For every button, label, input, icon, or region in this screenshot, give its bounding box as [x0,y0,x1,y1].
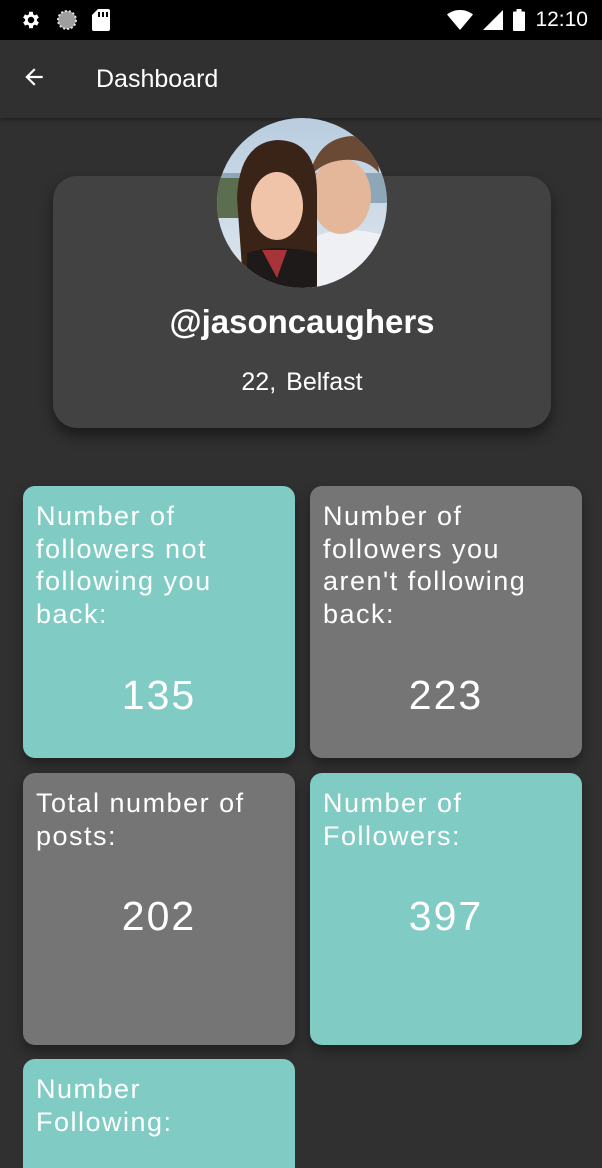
back-button[interactable] [6,51,62,107]
stat-tile-followers[interactable]: Number of Followers: 397 [310,773,582,1045]
stat-tile-following[interactable]: Number Following: [23,1059,295,1168]
battery-icon [513,9,526,31]
stat-value: 223 [408,672,484,718]
stat-value: 135 [121,672,197,718]
profile-city: Belfast [286,368,363,396]
stat-tile-you-not-following-back[interactable]: Number of followers you aren't following… [310,486,582,758]
stat-label: Number of Followers: [323,788,463,851]
status-left-icons [20,9,110,31]
arrow-back-icon [21,64,47,95]
sd-card-icon [92,9,110,31]
stat-tile-total-posts[interactable]: Total number of posts: 202 [23,773,295,1045]
signal-icon [483,10,504,30]
settings-icon [20,9,42,31]
wifi-icon [447,10,474,30]
sync-icon [56,9,78,31]
stat-label: Number of followers you aren't following… [323,501,527,629]
stat-label: Total number of posts: [36,788,245,851]
stat-value: 202 [121,893,197,939]
profile-age: 22, [241,368,277,396]
stat-value: 397 [408,893,484,939]
stat-label: Number Following: [36,1074,173,1137]
profile-avatar[interactable] [217,118,387,288]
stat-label: Number of followers not following you ba… [36,501,212,629]
profile-username: @jasoncaughers [169,303,435,340]
app-bar: Dashboard [0,40,602,118]
page-title: Dashboard [96,64,219,93]
status-right-icons: 12:10 [447,8,588,32]
avatar-photo [217,118,387,288]
profile-details: 22, Belfast [53,368,551,397]
status-bar: 12:10 [0,0,602,40]
status-time: 12:10 [535,8,588,31]
stat-tile-not-following-back[interactable]: Number of followers not following you ba… [23,486,295,758]
